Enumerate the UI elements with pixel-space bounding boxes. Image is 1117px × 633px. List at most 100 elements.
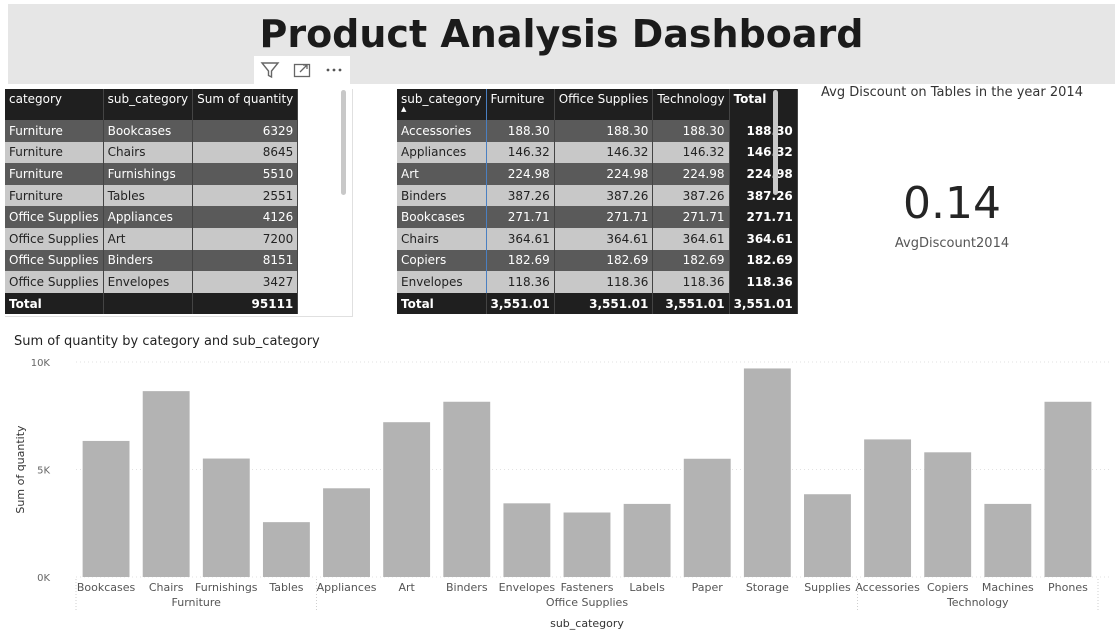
- x-tick-label: Tables: [268, 581, 303, 594]
- table-cell: 3,551.01: [486, 292, 555, 315]
- x-tick-label: Envelopes: [499, 581, 556, 594]
- bar: [864, 439, 912, 577]
- table-cell: 387.26: [554, 184, 654, 207]
- table-cell: 146.32: [486, 141, 555, 164]
- table-cell: 118.36: [652, 271, 730, 293]
- bar: [82, 440, 130, 577]
- x-tick-label: Art: [398, 581, 415, 594]
- bar: [563, 512, 611, 577]
- quantity-table-header[interactable]: sub_category: [103, 89, 194, 120]
- y-tick-label: 10K: [31, 358, 51, 369]
- table-row: Chairs 364.61 364.61 364.61 364.61: [397, 227, 798, 250]
- table-cell: Art: [103, 227, 194, 250]
- table-row: Furniture Chairs 8645: [5, 141, 299, 164]
- table-cell: Appliances: [397, 141, 487, 164]
- table-total-row: Total 3,551.01 3,551.01 3,551.01 3,551.01: [397, 292, 798, 315]
- visual-toolbar: [254, 56, 350, 84]
- bar: [202, 458, 250, 577]
- x-tick-label: Labels: [629, 581, 665, 594]
- table-cell: 8645: [192, 141, 299, 164]
- x-tick-label: Supplies: [804, 581, 851, 594]
- table-row: Art 224.98 224.98 224.98 224.98: [397, 163, 798, 185]
- table-cell: 364.61: [652, 227, 730, 250]
- quantity-table: category sub_category Sum of quantity Furn…: [5, 89, 299, 315]
- quantity-table-scrollbar[interactable]: [341, 90, 346, 195]
- table-cell: Chairs: [397, 227, 487, 250]
- x-group-label: Office Supplies: [546, 596, 628, 609]
- bar-chart: 0K 5K 10K Sum of quantity Bookcases Chairs Fur…: [14, 358, 1110, 630]
- table-cell: Copiers: [397, 249, 487, 272]
- dashboard-title: Product Analysis Dashboard: [259, 12, 864, 56]
- table-row: Appliances 146.32 146.32 146.32 146.32: [397, 141, 798, 164]
- table-cell: 182.69: [486, 249, 555, 272]
- table-cell: 182.69: [729, 249, 798, 272]
- x-tick-label: Furnishings: [195, 581, 258, 594]
- table-cell: 224.98: [554, 163, 654, 185]
- more-options-icon[interactable]: [318, 56, 350, 84]
- discount-matrix-header[interactable]: Office Supplies: [554, 89, 654, 120]
- table-cell: Office Supplies: [5, 271, 104, 293]
- table-cell: 387.26: [652, 184, 730, 207]
- discount-matrix-header[interactable]: Furniture: [486, 89, 555, 120]
- x-tick-label: Paper: [692, 581, 724, 594]
- table-cell: 146.32: [729, 141, 798, 164]
- x-group-label: Furniture: [172, 596, 222, 609]
- y-tick-label: 0K: [37, 573, 50, 584]
- bar: [262, 522, 310, 577]
- table-cell: Furniture: [5, 120, 104, 142]
- table-cell: Appliances: [103, 206, 194, 228]
- table-row: Office Supplies Binders 8151: [5, 249, 299, 272]
- x-tick-label: Phones: [1048, 581, 1088, 594]
- table-cell: Accessories: [397, 120, 487, 142]
- discount-matrix-scrollbar[interactable]: [773, 90, 778, 195]
- table-cell: 387.26: [729, 184, 798, 207]
- x-tick-label: Machines: [982, 581, 1034, 594]
- bar: [1044, 401, 1092, 577]
- table-cell: 118.36: [554, 271, 654, 293]
- quantity-table-header[interactable]: Sum of quantity: [192, 89, 299, 120]
- discount-matrix-header[interactable]: sub_category ▲: [397, 89, 487, 120]
- x-tick-label: Appliances: [317, 581, 377, 594]
- x-tick-label: Binders: [446, 581, 488, 594]
- table-cell: 2551: [192, 184, 299, 207]
- table-cell: Bookcases: [103, 120, 194, 142]
- focus-mode-icon[interactable]: [286, 56, 318, 84]
- table-cell: 188.30: [652, 120, 730, 142]
- table-cell: Furniture: [5, 184, 104, 207]
- table-cell: 188.30: [486, 120, 555, 142]
- discount-matrix-header[interactable]: Technology: [652, 89, 730, 120]
- table-cell: 271.71: [652, 206, 730, 228]
- table-cell: 271.71: [486, 206, 555, 228]
- table-cell: 364.61: [486, 227, 555, 250]
- table-cell: 95111: [192, 292, 299, 315]
- table-cell: 118.36: [729, 271, 798, 293]
- bar: [924, 452, 972, 577]
- table-cell: Furniture: [5, 141, 104, 164]
- table-cell: 364.61: [729, 227, 798, 250]
- bar: [503, 503, 551, 577]
- bar: [984, 503, 1032, 577]
- table-cell: 182.69: [652, 249, 730, 272]
- discount-matrix-header[interactable]: Total: [729, 89, 798, 120]
- table-cell: Envelopes: [397, 271, 487, 293]
- x-tick-label: Chairs: [149, 581, 184, 594]
- table-cell: Office Supplies: [5, 227, 104, 250]
- table-cell: Office Supplies: [5, 206, 104, 228]
- table-cell: Binders: [103, 249, 194, 272]
- sort-ascending-icon[interactable]: ▲: [401, 106, 482, 113]
- table-cell: Furnishings: [103, 163, 194, 185]
- bar: [443, 401, 491, 577]
- table-row: Furniture Tables 2551: [5, 184, 299, 207]
- x-tick-label: Storage: [746, 581, 789, 594]
- x-tick-label: Bookcases: [77, 581, 136, 594]
- x-tick-label: Copiers: [927, 581, 969, 594]
- bar: [383, 422, 431, 577]
- table-cell: Total: [397, 292, 487, 315]
- table-cell: 271.71: [554, 206, 654, 228]
- quantity-table-header[interactable]: category: [5, 89, 104, 120]
- filter-icon[interactable]: [254, 56, 286, 84]
- table-cell: 271.71: [729, 206, 798, 228]
- table-cell: Binders: [397, 184, 487, 207]
- table-cell: 8151: [192, 249, 299, 272]
- table-row: Binders 387.26 387.26 387.26 387.26: [397, 184, 798, 207]
